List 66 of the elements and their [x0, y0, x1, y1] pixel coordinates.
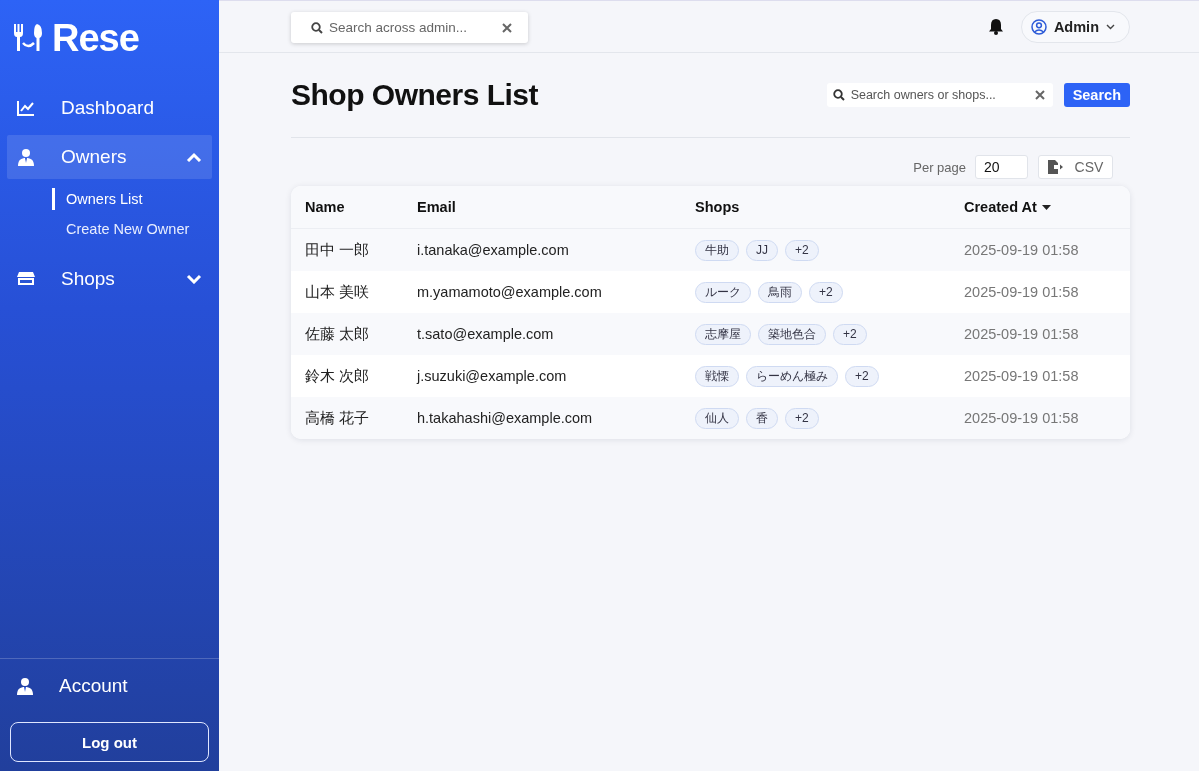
owner-email: h.takahashi@example.com: [417, 410, 593, 426]
global-search-field[interactable]: Search across admin...: [291, 12, 528, 43]
page-title: Shop Owners List: [291, 78, 540, 112]
created-date: 2025-09-19 01:58: [964, 326, 1079, 342]
created-date: 2025-09-19 01:58: [964, 284, 1079, 300]
sidebar-item[interactable]: Shops: [7, 257, 212, 301]
line-chart-icon: [17, 100, 35, 116]
shop-tag: 香: [746, 407, 778, 429]
shop-tag: 築地色合: [758, 323, 826, 345]
column-header[interactable]: Email: [417, 199, 456, 215]
shop-tag: 鳥雨: [758, 281, 802, 303]
csv-export-button[interactable]: CSV: [1038, 155, 1113, 179]
person-icon: [18, 148, 34, 166]
created-date: 2025-09-19 01:58: [964, 368, 1079, 384]
owner-email: m.yamamoto@example.com: [417, 284, 602, 300]
owner-name: 高橋 花子: [305, 409, 370, 426]
owner-name: 佐藤 太郎: [305, 325, 370, 342]
chevron-down-icon: [1106, 23, 1115, 30]
more-shops-tag: +2: [785, 239, 819, 261]
shop-tag: 牛助: [695, 239, 739, 261]
owner-name: 鈴木 次郎: [305, 367, 370, 384]
created-date: 2025-09-19 01:58: [964, 242, 1079, 258]
search-icon: [832, 89, 845, 101]
shop-tag: ルーク: [695, 281, 751, 303]
search-button[interactable]: Search: [1063, 83, 1130, 107]
file-export-icon: [1047, 160, 1063, 174]
shop-tag: 戦慄: [695, 365, 739, 387]
close-icon[interactable]: [1034, 90, 1045, 100]
column-header[interactable]: Shops: [695, 199, 740, 215]
sidebar-item[interactable]: Dashboard: [7, 86, 212, 130]
search-icon: [311, 21, 323, 34]
column-header[interactable]: Name: [305, 199, 345, 215]
sidebar-subitem[interactable]: Create New Owner: [52, 218, 219, 240]
chevron-down-icon: [186, 274, 202, 284]
search-input[interactable]: Search owners or shops...: [848, 87, 1031, 103]
more-shops-tag: +2: [785, 407, 819, 429]
owner-name: 田中 一郎: [305, 241, 370, 258]
brand-name: Rese: [52, 18, 139, 58]
more-shops-tag: +2: [833, 323, 867, 345]
store-icon: [17, 271, 35, 287]
chevron-up-icon: [186, 152, 202, 162]
more-shops-tag: +2: [809, 281, 843, 303]
sidebar-item[interactable]: Owners: [7, 135, 212, 179]
per-page-field[interactable]: 20: [975, 155, 1028, 179]
bell-icon[interactable]: [987, 18, 1004, 35]
fork-spoon-logo-icon: [12, 23, 44, 53]
shop-tag: JJ: [746, 239, 778, 261]
owner-email: t.sato@example.com: [417, 326, 554, 342]
shop-tag: らーめん極み: [746, 365, 838, 387]
user-circle-icon: [1030, 18, 1047, 35]
shop-tag: 仙人: [695, 407, 739, 429]
search-input[interactable]: Search across admin...: [327, 19, 498, 36]
column-header[interactable]: Created At: [964, 199, 1037, 215]
owner-name: 山本 美咲: [305, 283, 370, 300]
more-shops-tag: +2: [845, 365, 879, 387]
owner-email: j.suzuki@example.com: [417, 368, 567, 384]
owner-search-field[interactable]: Search owners or shops...: [826, 83, 1053, 107]
per-page-label: Per page: [913, 159, 966, 175]
user-menu[interactable]: Admin: [1020, 10, 1130, 43]
account-icon: [17, 677, 33, 695]
account-link[interactable]: Account: [10, 675, 209, 697]
created-date: 2025-09-19 01:58: [964, 410, 1079, 426]
close-icon[interactable]: [502, 22, 512, 33]
owner-email: i.tanaka@example.com: [417, 242, 569, 258]
shop-tag: 志摩屋: [695, 323, 751, 345]
logout-button[interactable]: Log out: [10, 722, 209, 762]
